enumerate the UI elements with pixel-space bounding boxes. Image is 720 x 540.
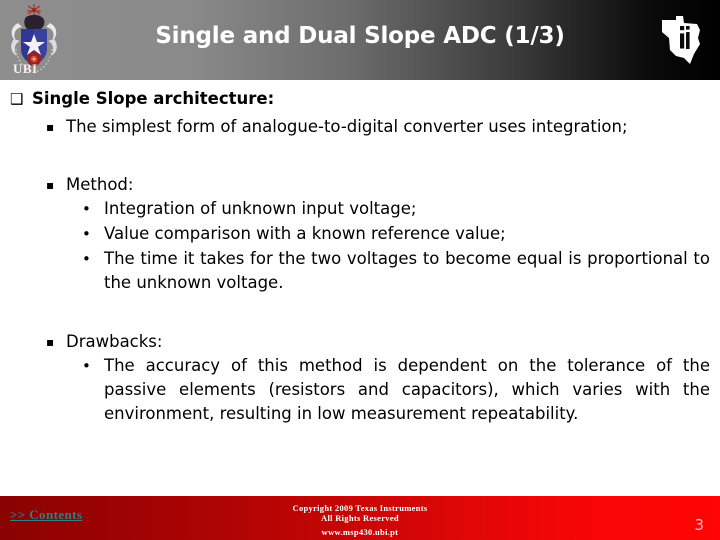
square-filled-bullet-icon: ▪ xyxy=(46,178,55,192)
bullet-text: The accuracy of this method is dependent… xyxy=(104,356,710,423)
round-bullet-icon: • xyxy=(82,225,91,243)
contents-link[interactable]: >> Contents xyxy=(10,507,82,523)
round-bullet-icon: • xyxy=(82,250,91,268)
slide: UBI Single and Dual Slope ADC (1/3) ❑ Si… xyxy=(0,0,720,540)
bullet-text: Method: xyxy=(66,175,134,194)
slide-footer: >> Contents Copyright 2009 Texas Instrum… xyxy=(0,496,720,540)
copyright-line-1: Copyright 2009 Texas Instruments xyxy=(292,503,428,513)
bullet-text: The simplest form of analogue-to-digital… xyxy=(66,117,628,136)
bullet-level3-value-comparison: • Value comparison with a known referenc… xyxy=(0,222,710,246)
bullet-text: The time it takes for the two voltages t… xyxy=(104,249,710,292)
bullet-level2-method: ▪ Method: xyxy=(0,174,710,196)
bullet-text: Single Slope architecture: xyxy=(32,89,275,108)
square-hollow-bullet-icon: ❑ xyxy=(10,90,24,108)
slide-header: UBI Single and Dual Slope ADC (1/3) xyxy=(0,0,720,80)
website-url: www.msp430.ubi.pt xyxy=(321,527,399,537)
copyright-text: Copyright 2009 Texas Instruments All Rig… xyxy=(230,503,490,523)
round-bullet-icon: • xyxy=(82,200,91,218)
round-bullet-icon: • xyxy=(82,357,91,375)
square-filled-bullet-icon: ▪ xyxy=(46,335,55,349)
page-number: 3 xyxy=(694,516,704,534)
bullet-level3-time-proportional: • The time it takes for the two voltages… xyxy=(0,247,710,295)
bullet-level1-single-slope-architecture: ❑ Single Slope architecture: xyxy=(0,88,720,110)
bullet-text: Integration of unknown input voltage; xyxy=(104,199,417,218)
bullet-level2-simplest-form: ▪ The simplest form of analogue-to-digit… xyxy=(0,116,710,138)
university-label: UBI xyxy=(13,61,38,76)
texas-instruments-logo-icon xyxy=(656,14,706,66)
bullet-level3-integration-unknown-voltage: • Integration of unknown input voltage; xyxy=(0,197,710,221)
bullet-level3-accuracy-tolerance: • The accuracy of this method is depende… xyxy=(0,354,710,426)
bullet-text: Value comparison with a known reference … xyxy=(104,224,506,243)
bullet-level2-drawbacks: ▪ Drawbacks: xyxy=(0,331,710,353)
bullet-text: Drawbacks: xyxy=(66,332,163,351)
page-title: Single and Dual Slope ADC (1/3) xyxy=(155,23,565,49)
square-filled-bullet-icon: ▪ xyxy=(46,120,55,134)
slide-body: ❑ Single Slope architecture: ▪ The simpl… xyxy=(0,80,720,496)
copyright-line-2: All Rights Reserved xyxy=(321,513,399,523)
